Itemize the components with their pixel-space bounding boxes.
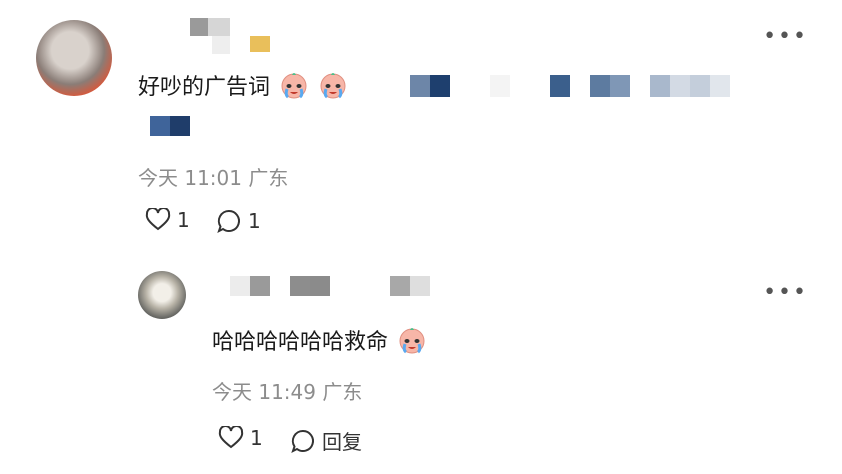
heart-icon [145, 208, 171, 232]
reply-more-options-icon[interactable]: ••• [763, 282, 808, 304]
reply-avatar[interactable] [138, 271, 186, 319]
comment-text: 好吵的广告词 [138, 70, 348, 103]
redacted-text-line2 [150, 116, 190, 138]
comment-bubble-icon [290, 428, 316, 454]
heart-icon [218, 426, 244, 450]
like-button[interactable]: 1 [145, 208, 190, 232]
comment-bubble-icon [216, 208, 242, 234]
reply-body: 哈哈哈哈哈哈救命 [212, 330, 389, 355]
username-redacted[interactable] [190, 18, 290, 58]
reply-count-button[interactable]: 1 [216, 208, 261, 234]
comment-body: 好吵的广告词 [138, 75, 271, 100]
reply-text: 哈哈哈哈哈哈救命 [212, 325, 427, 358]
avatar[interactable] [36, 20, 112, 96]
crying-emoji-icon [397, 325, 427, 355]
reply-like-button[interactable]: 1 [218, 426, 263, 450]
more-options-icon[interactable]: ••• [763, 26, 808, 48]
reply-username-redacted[interactable] [230, 276, 440, 298]
reply-label: 回复 [322, 430, 362, 454]
reply-button[interactable]: 回复 [290, 426, 362, 455]
reply-like-count: 1 [250, 426, 263, 450]
redacted-text [400, 75, 740, 99]
like-count: 1 [177, 208, 190, 232]
reply-count: 1 [248, 209, 261, 233]
comment-meta: 今天 11:01 广东 [138, 166, 289, 190]
crying-emoji-icon [318, 70, 348, 100]
reply-meta: 今天 11:49 广东 [212, 380, 363, 404]
crying-emoji-icon [279, 70, 309, 100]
